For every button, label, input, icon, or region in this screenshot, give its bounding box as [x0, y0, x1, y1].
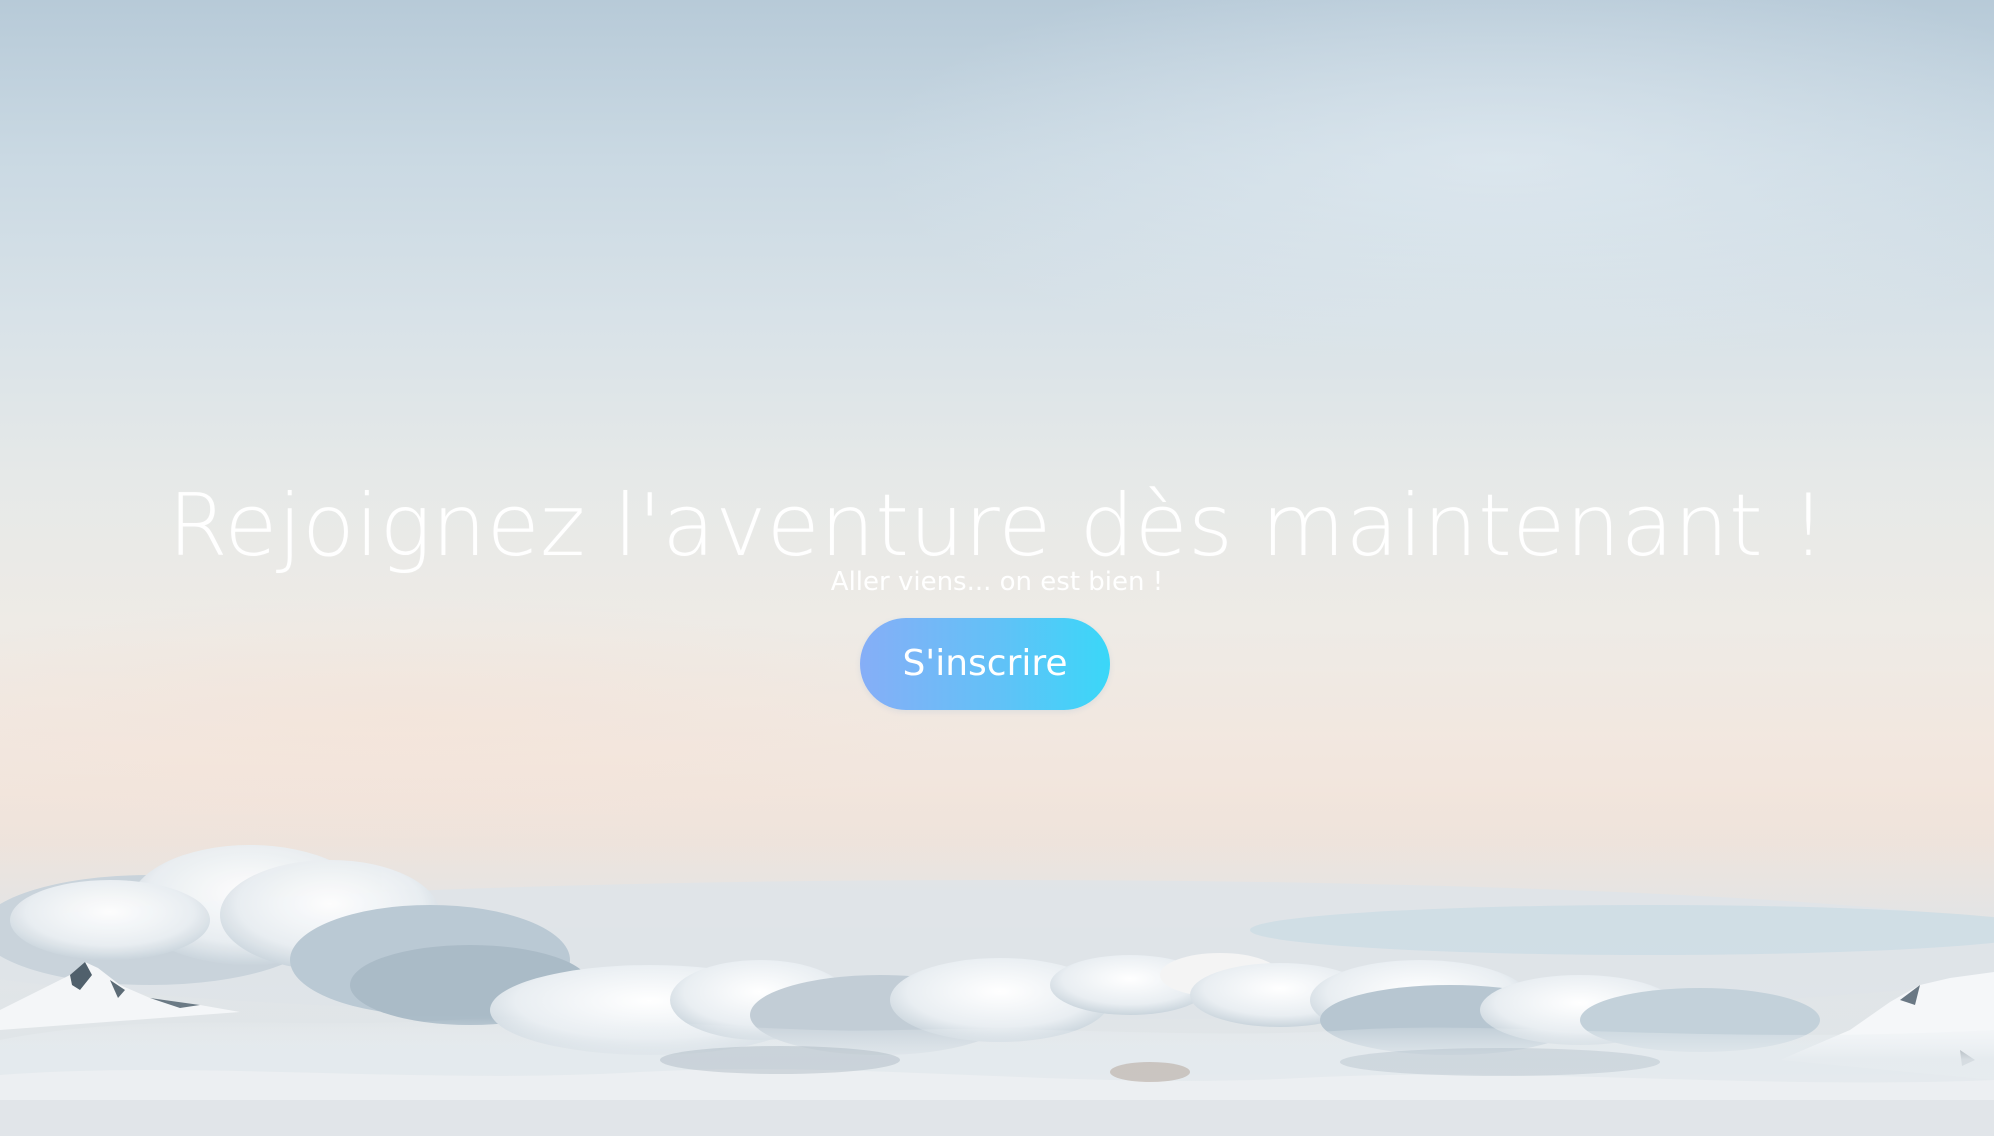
hero-subheadline: Aller viens... on est bien ! — [830, 567, 1164, 597]
signup-button[interactable]: S'inscrire — [860, 618, 1110, 710]
hero-section: Rejoignez l'aventure dès maintenant ! Al… — [0, 0, 1994, 1136]
